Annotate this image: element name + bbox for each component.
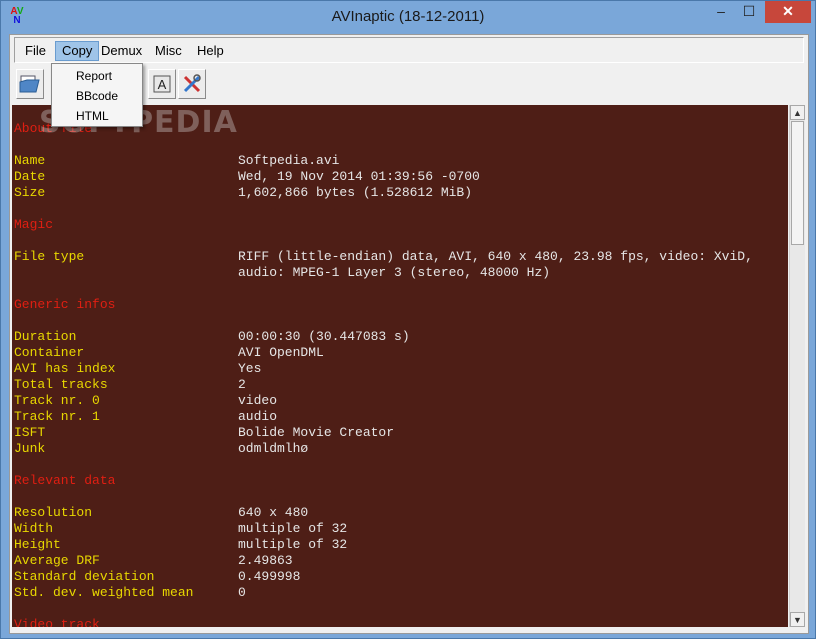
report-row-label: Duration xyxy=(14,329,77,344)
minimize-button[interactable]: – xyxy=(707,1,735,23)
menu-demux[interactable]: Demux xyxy=(95,41,148,61)
report-row-value: Wed, 19 Nov 2014 01:39:56 -0700 xyxy=(238,169,480,184)
report-row: Date Wed, 19 Nov 2014 01:39:56 -0700 xyxy=(14,169,480,185)
report-row-label: Track nr. 0 xyxy=(14,393,100,408)
report-row-label: Width xyxy=(14,521,54,536)
scroll-down-icon[interactable]: ▼ xyxy=(790,612,805,627)
report-row: Total tracks 2 xyxy=(14,377,246,393)
report-row: Size 1,602,866 bytes (1.528612 MiB) xyxy=(14,185,472,201)
report-row: Track nr. 0 video xyxy=(14,393,277,409)
report-row-label: Standard deviation xyxy=(14,569,155,584)
report-row-value: Bolide Movie Creator xyxy=(238,425,395,440)
report-row: Duration 00:00:30 (30.447083 s) xyxy=(14,329,410,345)
report-section-heading: Video track xyxy=(14,617,100,627)
report-row: Width multiple of 32 xyxy=(14,521,347,537)
report-section-heading: Magic xyxy=(14,217,54,232)
report-row: Resolution 640 x 480 xyxy=(14,505,308,521)
report-row: Name Softpedia.avi xyxy=(14,153,339,169)
report-row-label: Track nr. 1 xyxy=(14,409,100,424)
report-row-value: 640 x 480 xyxy=(238,505,309,520)
close-button[interactable]: ✕ xyxy=(765,1,811,23)
report-row-value: video xyxy=(238,393,278,408)
menu-help[interactable]: Help xyxy=(191,41,230,61)
scroll-up-icon[interactable]: ▲ xyxy=(790,105,805,120)
report-section-heading: Relevant data xyxy=(14,473,116,488)
window-title: AVInaptic (18-12-2011) xyxy=(331,8,485,25)
font-icon: A xyxy=(153,75,171,93)
report-row-label: AVI has index xyxy=(14,361,116,376)
maximize-button[interactable]: ☐ xyxy=(735,1,763,23)
report-row: Track nr. 1 audio xyxy=(14,409,277,425)
report-row-value: multiple of 32 xyxy=(238,521,348,536)
report-row: Average DRF 2.49863 xyxy=(14,553,293,569)
svg-text:A: A xyxy=(158,77,167,92)
report-row-value: Yes xyxy=(238,361,262,376)
report-row-value: RIFF (little-endian) data, AVI, 640 x 48… xyxy=(238,249,753,264)
open-folder-icon xyxy=(19,75,40,93)
copy-dropdown-menu: Report BBcode HTML xyxy=(51,63,143,127)
report-row: AVI has index Yes xyxy=(14,361,261,377)
copy-html-item[interactable]: HTML xyxy=(52,106,142,126)
report-row-value: 0 xyxy=(238,585,246,600)
report-row-label: Average DRF xyxy=(14,553,100,568)
report-section-heading: Generic infos xyxy=(14,297,116,312)
report-row-value: AVI OpenDML xyxy=(238,345,324,360)
report-row-value: 1,602,866 bytes (1.528612 MiB) xyxy=(238,185,473,200)
report-view[interactable]: About file Name Softpedia.avi Date Wed, 19 N… xyxy=(12,105,788,627)
report-row: Height multiple of 32 xyxy=(14,537,347,553)
report-row-label: ISFT xyxy=(14,425,46,440)
font-button[interactable]: A xyxy=(148,69,176,99)
menu-copy[interactable]: Copy xyxy=(55,41,100,61)
report-row-value: audio: MPEG-1 Layer 3 (stereo, 48000 Hz) xyxy=(238,265,551,280)
report-row-value: 0.499998 xyxy=(238,569,301,584)
report-row-value: audio xyxy=(238,409,278,424)
report-row-value: 00:00:30 (30.447083 s) xyxy=(238,329,410,344)
report-row-label: Total tracks xyxy=(14,377,108,392)
menu-misc[interactable]: Misc xyxy=(149,41,188,61)
report-row-value: 2 xyxy=(238,377,246,392)
report-row: Standard deviation 0.499998 xyxy=(14,569,300,585)
report-row: Container AVI OpenDML xyxy=(14,345,324,361)
report-row-value: 2.49863 xyxy=(238,553,293,568)
report-row-label: Junk xyxy=(14,441,46,456)
report-row: ISFT Bolide Movie Creator xyxy=(14,425,394,441)
copy-bbcode-item[interactable]: BBcode xyxy=(52,86,142,106)
title-bar[interactable]: AV N AVInaptic (18-12-2011) – ☐ ✕ xyxy=(1,1,815,33)
report-row-value: multiple of 32 xyxy=(238,537,348,552)
report-row-label: Height xyxy=(14,537,61,552)
report-row-label: File type xyxy=(14,249,85,264)
open-file-button[interactable] xyxy=(16,69,44,99)
report-row-label: Name xyxy=(14,153,46,168)
report-row: Junk odmldmlhø xyxy=(14,441,308,457)
report-row: File type RIFF (little-endian) data, AVI,… xyxy=(14,249,753,265)
report-row-label: Size xyxy=(14,185,46,200)
report-row-label: Resolution xyxy=(14,505,93,520)
report-row-label: Date xyxy=(14,169,46,184)
report-row: Std. dev. weighted mean 0 xyxy=(14,585,246,601)
report-row-label: Std. dev. weighted mean xyxy=(14,585,194,600)
app-window: AV N AVInaptic (18-12-2011) – ☐ ✕ File C… xyxy=(0,0,816,639)
vertical-scrollbar[interactable]: ▲ ▼ xyxy=(789,105,805,627)
report-row-value: odmldmlhø xyxy=(238,441,309,456)
report-row-label: Container xyxy=(14,345,85,360)
tools-button[interactable] xyxy=(178,69,206,99)
copy-report-item[interactable]: Report xyxy=(52,66,142,86)
menu-bar: File Copy Demux Misc Help xyxy=(14,37,804,63)
report-row-value: Softpedia.avi xyxy=(238,153,340,168)
tools-icon xyxy=(183,74,201,93)
menu-file[interactable]: File xyxy=(19,41,52,61)
scroll-thumb[interactable] xyxy=(791,121,804,245)
